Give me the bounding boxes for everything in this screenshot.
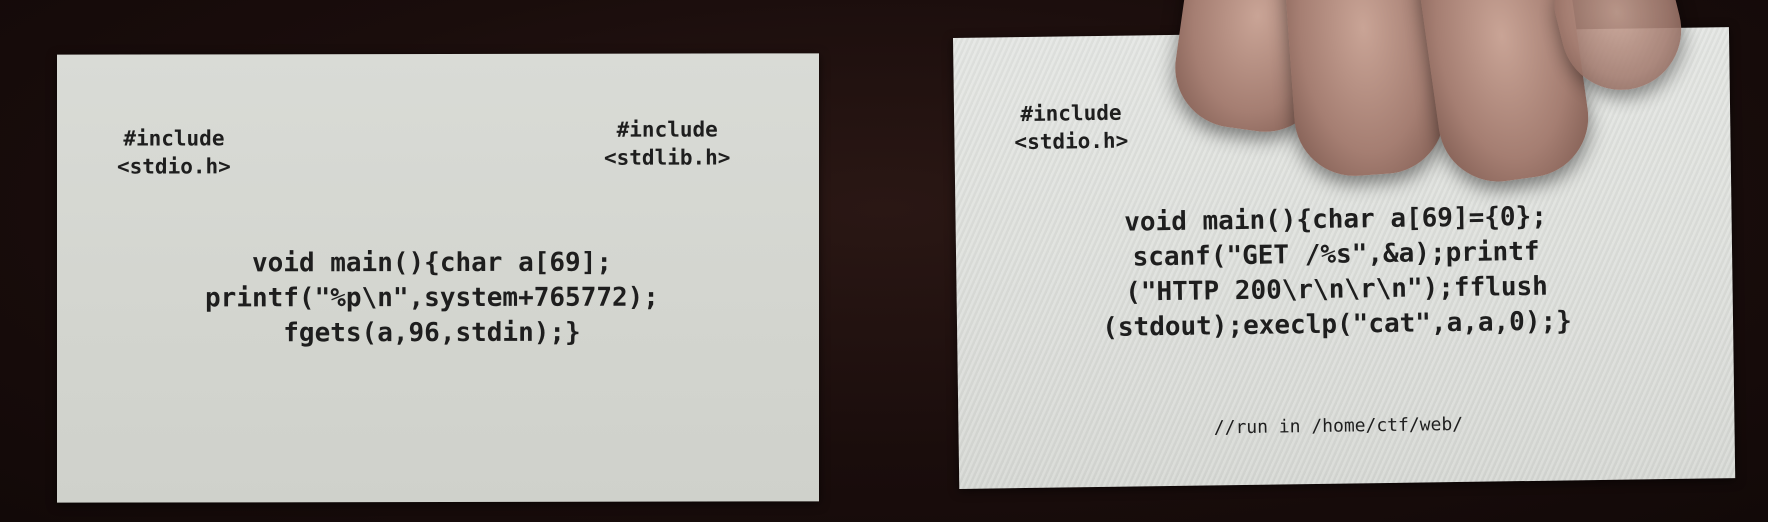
- finger-middle: [1281, 0, 1449, 180]
- card-code: void main(){char a[69]={0}; scanf("GET /…: [1102, 201, 1573, 344]
- business-card-left: #include <stdio.h> #include <stdlib.h> v…: [57, 53, 819, 503]
- include-stdio: #include <stdio.h>: [117, 126, 231, 179]
- include-stdio: #include <stdio.h>: [1014, 100, 1129, 155]
- include-stdlib: #include <stdlib.h>: [604, 117, 731, 171]
- card-code: void main(){char a[69]; printf("%p\n",sy…: [205, 247, 659, 349]
- card-comment: //run in /home/ctf/web/: [1213, 413, 1464, 439]
- photo-scene: #include <stdio.h> #include <stdlib.h> v…: [0, 0, 1768, 522]
